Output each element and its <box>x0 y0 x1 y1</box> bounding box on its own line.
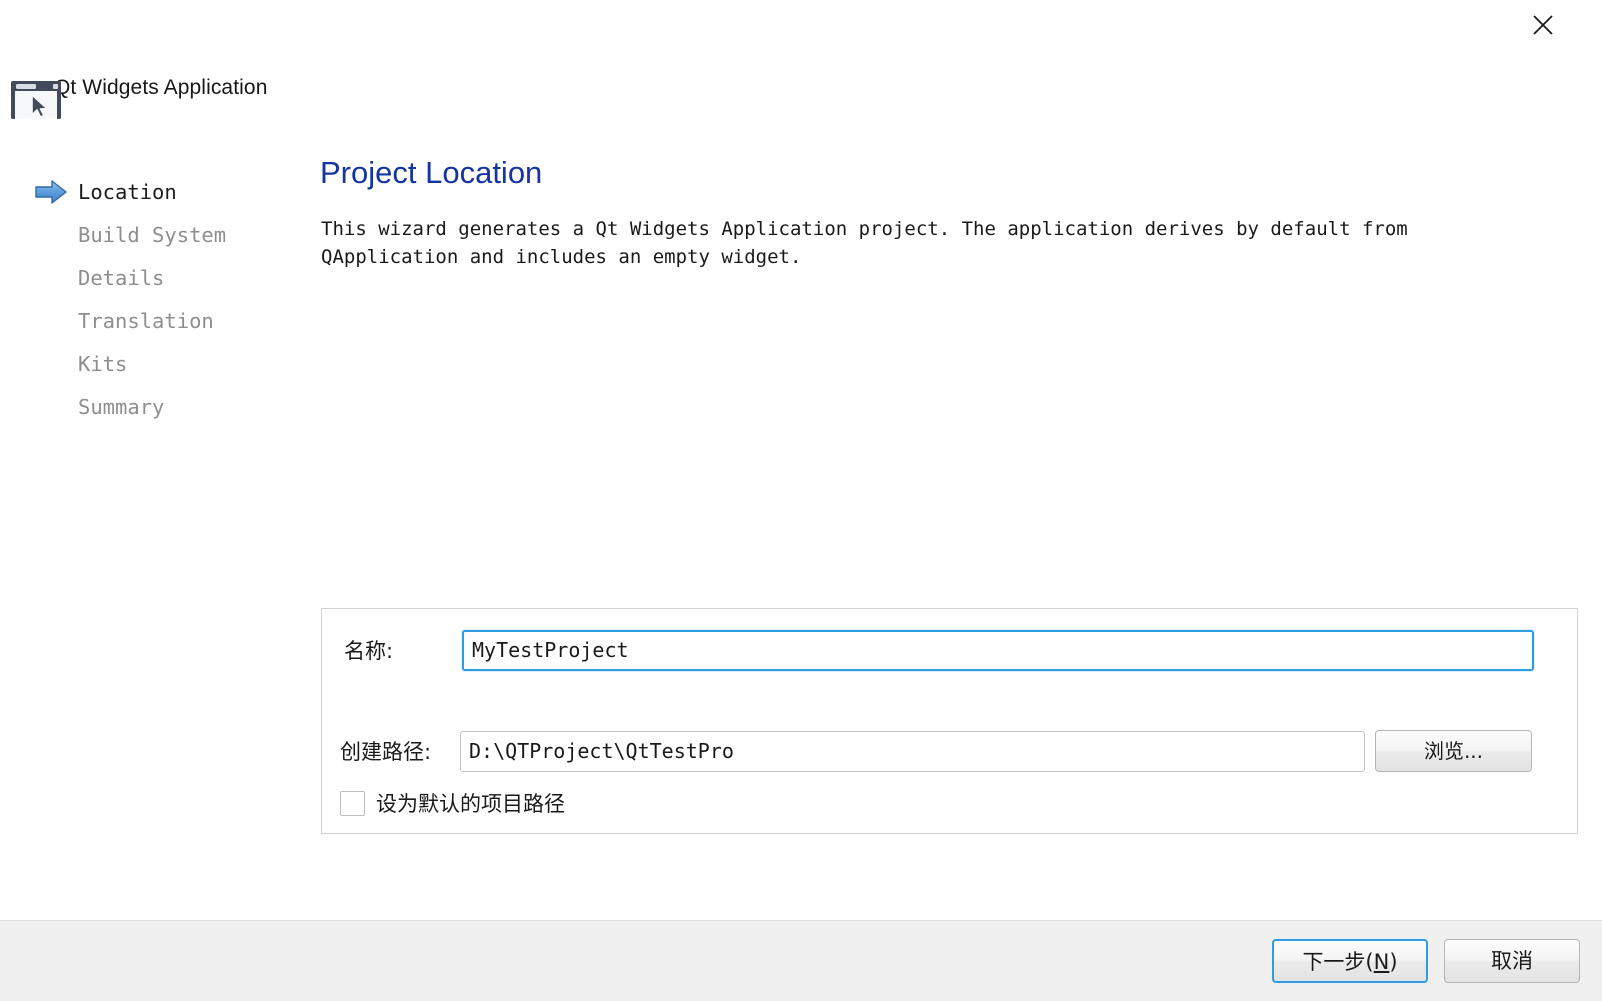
default-path-checkbox-row[interactable]: 设为默认的项目路径 <box>340 787 565 819</box>
default-path-checkbox-label: 设为默认的项目路径 <box>376 792 565 816</box>
sidebar-step-location[interactable]: Location <box>0 170 320 213</box>
wizard-steps-sidebar: Location Build System Details Translatio… <box>0 118 320 920</box>
project-location-form: 名称: 创建路径: 浏览... 设为默认的项目路径 <box>321 608 1578 834</box>
sidebar-step-summary[interactable]: Summary <box>0 385 320 428</box>
project-name-row: 名称: <box>344 629 1557 671</box>
default-path-checkbox[interactable] <box>340 790 365 816</box>
close-icon <box>1531 13 1555 37</box>
project-name-input[interactable] <box>462 629 1534 671</box>
page-description: This wizard generates a Qt Widgets Appli… <box>321 218 1408 268</box>
project-path-label: 创建路径: <box>340 740 432 764</box>
wizard-dialog: Qt Widgets Application Location Build Sy… <box>0 0 1602 1001</box>
close-button[interactable] <box>1526 8 1560 42</box>
next-button-accel: N <box>1373 950 1390 974</box>
sidebar-step-kits[interactable]: Kits <box>0 342 320 385</box>
dialog-body: Location Build System Details Translatio… <box>0 118 1602 920</box>
sidebar-step-details[interactable]: Details <box>0 256 320 299</box>
page-title: Project Location <box>320 155 543 190</box>
sidebar-step-label: Location <box>78 179 177 204</box>
project-path-input[interactable] <box>460 730 1365 772</box>
sidebar-step-label: Kits <box>78 351 128 376</box>
blue-arrow-right-icon <box>34 179 68 205</box>
sidebar-step-label: Details <box>78 265 165 290</box>
window-title: Qt Widgets Application <box>54 76 268 99</box>
project-name-label: 名称: <box>344 639 394 663</box>
dialog-footer: 下一步(N) 取消 <box>0 920 1602 1001</box>
sidebar-step-translation[interactable]: Translation <box>0 299 320 342</box>
cancel-button[interactable]: 取消 <box>1444 939 1580 983</box>
wizard-content-pane: Project Location This wizard generates a… <box>320 118 1602 920</box>
sidebar-step-build-system[interactable]: Build System <box>0 213 320 256</box>
sidebar-step-label: Translation <box>78 308 214 333</box>
title-bar: Qt Widgets Application <box>0 0 1602 119</box>
sidebar-step-label: Summary <box>78 394 165 419</box>
next-button-label-post: ) <box>1389 950 1398 974</box>
sidebar-step-label: Build System <box>78 222 227 247</box>
next-button-label-pre: 下一步( <box>1302 950 1374 974</box>
next-button[interactable]: 下一步(N) <box>1272 939 1428 983</box>
qt-widgets-application-icon <box>8 75 64 119</box>
browse-button[interactable]: 浏览... <box>1375 730 1532 772</box>
